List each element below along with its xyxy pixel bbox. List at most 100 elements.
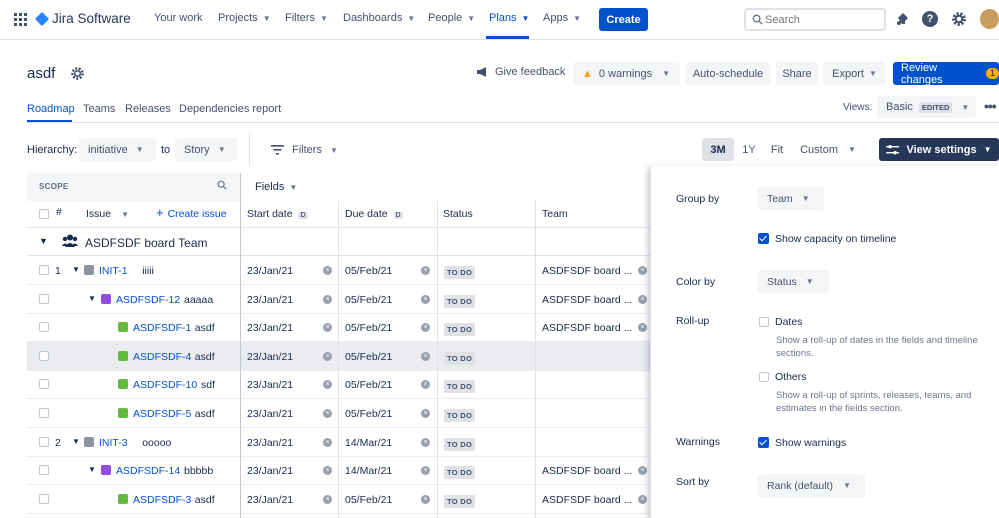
user-avatar[interactable] [980, 9, 999, 29]
clear-team-icon[interactable]: × [638, 266, 647, 275]
issue-key-link[interactable]: ASDFSDF-12 [116, 294, 180, 306]
team-value[interactable]: ASDFSDF board ... [542, 294, 632, 306]
create-button[interactable]: Create [599, 8, 648, 31]
issue-key-link[interactable]: ASDFSDF-1 [133, 322, 191, 334]
clear-start-date-icon[interactable]: × [323, 437, 332, 447]
select-all-checkbox[interactable] [39, 209, 49, 219]
clear-due-date-icon[interactable]: × [421, 294, 430, 304]
settings-gear-icon[interactable] [951, 11, 967, 27]
zoom-custom-dropdown[interactable]: Custom ▼ [793, 138, 863, 161]
start-date[interactable]: 23/Jan/21 [247, 465, 293, 477]
start-date[interactable]: 23/Jan/21 [247, 294, 293, 306]
row-checkbox[interactable] [39, 265, 49, 275]
row-checkbox[interactable] [39, 322, 49, 333]
scope-search-icon[interactable] [217, 180, 227, 190]
row-checkbox[interactable] [39, 465, 49, 476]
nav-filters[interactable]: Filters ▼ [285, 12, 328, 24]
row-checkbox[interactable] [39, 293, 49, 304]
hierarchy-to-select[interactable]: Story ▼ [175, 138, 237, 161]
clear-start-date-icon[interactable]: × [323, 409, 332, 418]
zoom-1y-button[interactable]: 1Y [737, 138, 761, 161]
column-status[interactable]: Status [443, 208, 473, 220]
start-date[interactable]: 23/Jan/21 [247, 322, 293, 334]
due-date[interactable]: 05/Feb/21 [345, 322, 392, 334]
auto-schedule-button[interactable]: Auto-schedule [686, 62, 770, 85]
review-changes-button[interactable]: Review changes 1 [893, 62, 999, 86]
nav-your-work[interactable]: Your work [154, 12, 203, 24]
clear-due-date-icon[interactable]: × [421, 351, 430, 361]
start-date[interactable]: 23/Jan/21 [247, 408, 293, 420]
clear-start-date-icon[interactable]: × [323, 466, 332, 476]
team-value[interactable]: ASDFSDF board ... [542, 265, 632, 277]
status-badge[interactable]: TO DO [444, 323, 476, 337]
tab-dependencies-report[interactable]: Dependencies report [179, 103, 281, 115]
row-checkbox[interactable] [39, 408, 49, 418]
more-actions-icon[interactable]: ••• [984, 98, 997, 114]
view-settings-button[interactable]: View settings ▼ [879, 138, 999, 161]
tab-roadmap[interactable]: Roadmap [27, 103, 75, 115]
row-checkbox[interactable] [39, 350, 49, 361]
show-capacity-checkbox[interactable] [758, 233, 769, 244]
due-date[interactable]: 14/Mar/21 [345, 437, 392, 449]
expand-chevron-icon[interactable]: ▼ [88, 294, 96, 303]
hierarchy-from-select[interactable]: initiative ▼ [79, 138, 156, 161]
issue-key-link[interactable]: INIT-3 [99, 437, 128, 449]
export-button[interactable]: Export ▼ [823, 62, 886, 85]
clear-team-icon[interactable]: × [638, 294, 647, 304]
issue-key-link[interactable]: INIT-1 [99, 265, 128, 277]
status-badge[interactable]: TO DO [444, 466, 476, 480]
clear-due-date-icon[interactable]: × [421, 494, 430, 504]
clear-due-date-icon[interactable]: × [421, 466, 430, 476]
status-badge[interactable]: TO DO [444, 351, 476, 365]
rollup-dates-checkbox[interactable] [759, 317, 769, 327]
due-date[interactable]: 05/Feb/21 [345, 265, 392, 277]
sort-by-select[interactable]: Rank (default) ▼ [758, 474, 865, 497]
fields-dropdown[interactable]: Fields ▼ [255, 181, 297, 193]
help-icon[interactable]: ? [922, 11, 938, 27]
give-feedback-button[interactable]: Give feedback [476, 66, 565, 78]
due-date[interactable]: 05/Feb/21 [345, 294, 392, 306]
clear-start-date-icon[interactable]: × [323, 323, 332, 333]
status-badge[interactable]: TO DO [444, 380, 476, 394]
clear-start-date-icon[interactable]: × [323, 351, 332, 361]
status-badge[interactable]: TO DO [444, 409, 476, 422]
issue-key-link[interactable]: ASDFSDF-3 [133, 494, 191, 506]
status-badge[interactable]: TO DO [444, 494, 476, 508]
nav-people[interactable]: People ▼ [428, 12, 475, 24]
due-date[interactable]: 05/Feb/21 [345, 408, 392, 420]
clear-team-icon[interactable]: × [638, 323, 647, 333]
notifications-icon[interactable] [894, 11, 910, 27]
group-by-select[interactable]: Team ▼ [758, 187, 824, 210]
views-dropdown[interactable]: Basic EDITED ▼ [877, 96, 976, 118]
team-value[interactable]: ASDFSDF board ... [542, 322, 632, 334]
tab-teams[interactable]: Teams [83, 103, 115, 115]
issue-key-link[interactable]: ASDFSDF-14 [116, 465, 180, 477]
column-issue[interactable]: Issue ▼ [86, 208, 129, 220]
team-value[interactable]: ASDFSDF board ... [542, 465, 632, 477]
tab-releases[interactable]: Releases [125, 103, 171, 115]
due-date[interactable]: 14/Mar/21 [345, 465, 392, 477]
start-date[interactable]: 23/Jan/21 [247, 379, 293, 391]
due-date[interactable]: 05/Feb/21 [345, 379, 392, 391]
clear-due-date-icon[interactable]: × [421, 409, 430, 418]
clear-team-icon[interactable]: × [638, 466, 647, 476]
start-date[interactable]: 23/Jan/21 [247, 437, 293, 449]
start-date[interactable]: 23/Jan/21 [247, 265, 293, 277]
jira-logo-icon[interactable] [34, 11, 50, 27]
expand-chevron-icon[interactable]: ▼ [72, 437, 80, 446]
nav-projects[interactable]: Projects ▼ [218, 12, 271, 24]
clear-team-icon[interactable]: × [638, 494, 647, 504]
zoom-3m-button[interactable]: 3M [702, 138, 734, 161]
row-checkbox[interactable] [39, 493, 49, 504]
nav-apps[interactable]: Apps ▼ [543, 12, 581, 24]
issue-key-link[interactable]: ASDFSDF-5 [133, 408, 191, 420]
search-box[interactable] [744, 8, 886, 31]
column-team[interactable]: Team [542, 208, 568, 220]
plan-settings-gear-icon[interactable] [70, 66, 85, 81]
clear-due-date-icon[interactable]: × [421, 380, 430, 390]
clear-due-date-icon[interactable]: × [421, 323, 430, 333]
filters-button[interactable]: Filters ▼ [271, 144, 338, 156]
start-date[interactable]: 23/Jan/21 [247, 494, 293, 506]
due-date[interactable]: 05/Feb/21 [345, 494, 392, 506]
share-button[interactable]: Share [776, 62, 818, 85]
